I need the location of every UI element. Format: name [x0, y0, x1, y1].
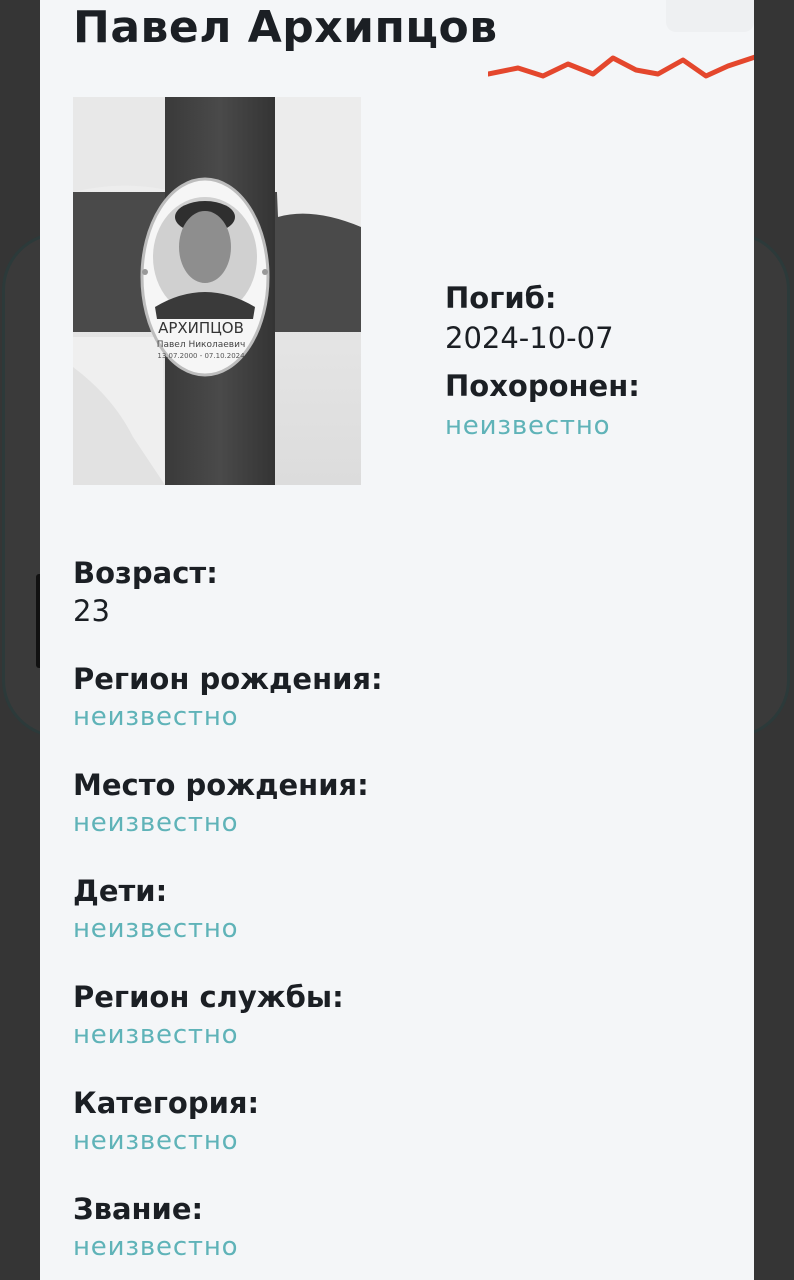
buried-value: неизвестно — [445, 411, 611, 441]
age-value: 23 — [73, 594, 110, 628]
buried-label: Похоронен: — [445, 369, 640, 403]
children-value: неизвестно — [73, 914, 239, 944]
children-label: Дети: — [73, 874, 168, 908]
died-label: Погиб: — [445, 281, 557, 315]
age-label: Возраст: — [73, 556, 218, 590]
plaque-subtitle: Павел Николаевич — [157, 340, 246, 350]
birth-place-field: Место рождения: неизвестно — [73, 767, 713, 843]
zigzag-decoration — [488, 54, 754, 79]
service-region-label: Регион службы: — [73, 980, 344, 1014]
birth-region-value: неизвестно — [73, 702, 239, 732]
birth-region-label: Регион рождения: — [73, 662, 383, 696]
birth-place-value: неизвестно — [73, 808, 239, 838]
buried-field: Похоронен: неизвестно — [445, 366, 745, 446]
children-field: Дети: неизвестно — [73, 873, 713, 949]
person-photo: АРХИПЦОВ Павел Николаевич 13.07.2000 - 0… — [73, 97, 361, 485]
age-field: Возраст: 23 — [73, 555, 713, 631]
category-label: Категория: — [73, 1086, 260, 1120]
profile-modal: Павел Архипцов АРХИПЦОВ Павел Николаевич… — [40, 0, 754, 1280]
category-value: неизвестно — [73, 1126, 239, 1156]
birth-region-field: Регион рождения: неизвестно — [73, 661, 713, 737]
died-field: Погиб: 2024-10-07 — [445, 278, 745, 358]
details-list: Возраст: 23 Регион рождения: неизвестно … — [73, 555, 713, 1280]
close-icon — [686, 0, 736, 22]
service-region-field: Регион службы: неизвестно — [73, 979, 713, 1055]
death-info: Погиб: 2024-10-07 Похоронен: неизвестно — [445, 278, 745, 454]
plaque-dates: 13.07.2000 - 07.10.2024 — [157, 352, 245, 360]
rank-field: Звание: неизвестно — [73, 1191, 713, 1267]
birth-place-label: Место рождения: — [73, 768, 369, 802]
close-button[interactable] — [666, 0, 754, 32]
rank-label: Звание: — [73, 1192, 204, 1226]
plaque-name: АРХИПЦОВ — [158, 319, 244, 337]
rank-value: неизвестно — [73, 1232, 239, 1262]
category-field: Категория: неизвестно — [73, 1085, 713, 1161]
person-name: Павел Архипцов — [73, 2, 498, 53]
service-region-value: неизвестно — [73, 1020, 239, 1050]
died-value: 2024-10-07 — [445, 321, 614, 355]
